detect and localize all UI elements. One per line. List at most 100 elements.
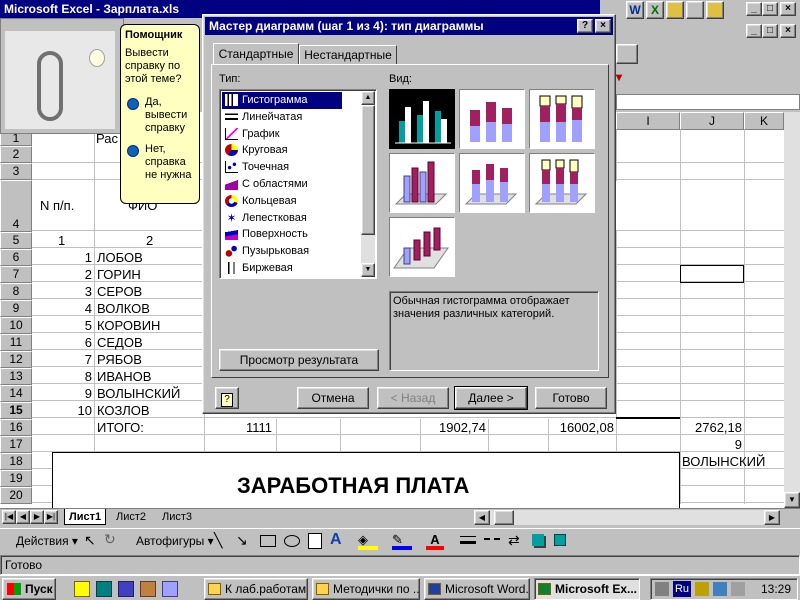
list-item-scatter[interactable]: Точечная — [222, 159, 374, 176]
list-item-pie[interactable]: Круговая — [222, 142, 374, 159]
subtype-3d-clustered-column[interactable] — [389, 153, 455, 213]
row-header-2[interactable]: 2 — [0, 146, 32, 163]
row-header-11[interactable]: 11 — [0, 334, 32, 351]
folder-icon[interactable] — [706, 1, 724, 19]
list-scroll-down[interactable]: ▼ — [361, 263, 375, 277]
sheet-tab-2[interactable]: Лист2 — [112, 509, 150, 525]
assistant-option-yes[interactable]: Да, вывести справку — [125, 96, 195, 135]
total-label[interactable]: ИТОГО: — [97, 420, 144, 435]
list-item-area[interactable]: С областями — [222, 176, 374, 193]
cell-a12[interactable]: 7 — [32, 352, 92, 367]
cell-b8[interactable]: СЕРОВ — [97, 284, 142, 299]
line-color-icon[interactable]: ✎ — [392, 532, 412, 550]
arrow-icon[interactable]: ↘ — [236, 532, 248, 549]
cell-j18[interactable]: ВОЛЫНСКИЙ — [682, 454, 765, 469]
cell-b12[interactable]: РЯБОВ — [97, 352, 142, 367]
list-item-column[interactable]: Гистограмма — [222, 92, 342, 109]
subtype-3d-column[interactable] — [389, 217, 455, 277]
cell-a6[interactable]: 1 — [32, 250, 92, 265]
cell-a8[interactable]: 3 — [32, 284, 92, 299]
free-rotate-icon[interactable]: ↻ — [104, 531, 116, 548]
tray-icon-2[interactable] — [695, 582, 709, 596]
cancel-button[interactable]: Отмена — [297, 387, 369, 409]
taskbar-item-folder-metod[interactable]: Методички по ... — [312, 578, 420, 600]
vscroll-down[interactable]: ▼ — [784, 492, 800, 508]
arrow-style-icon[interactable]: ⇄ — [508, 532, 520, 549]
cell-j17[interactable]: 9 — [680, 437, 742, 452]
line-icon[interactable]: ╲ — [214, 532, 222, 549]
selected-cell-j8[interactable] — [680, 265, 744, 283]
hscroll-thumb[interactable] — [494, 510, 514, 525]
close-button[interactable]: × — [780, 2, 796, 16]
hscroll-right[interactable]: ▶ — [764, 510, 780, 525]
cell-b7[interactable]: ГОРИН — [97, 267, 141, 282]
excel-icon[interactable]: X — [646, 1, 664, 19]
row-header-16[interactable]: 16 — [0, 419, 32, 436]
tray-icon-1[interactable] — [655, 582, 669, 596]
doc-minimize-button[interactable]: _ — [746, 24, 762, 38]
list-item-surface[interactable]: Поверхность — [222, 226, 374, 243]
sheet-tab-3[interactable]: Лист3 — [158, 509, 196, 525]
subtype-3d-stacked-column[interactable] — [459, 153, 525, 213]
row-header-13[interactable]: 13 — [0, 368, 32, 385]
taskbar-item-word[interactable]: Microsoft Word... — [424, 578, 530, 600]
tray-icon-4[interactable] — [731, 582, 745, 596]
row-header-14[interactable]: 14 — [0, 385, 32, 402]
row-header-9[interactable]: 9 — [0, 300, 32, 317]
row-header-8[interactable]: 8 — [0, 283, 32, 300]
list-item-stock[interactable]: Биржевая — [222, 260, 374, 277]
find-icon[interactable] — [686, 1, 704, 19]
taskbar-item-folder-lab[interactable]: К лаб.работам — [204, 578, 308, 600]
maximize-button[interactable]: □ — [762, 2, 778, 16]
cell-a15[interactable]: 10 — [32, 403, 92, 418]
word-icon[interactable]: W — [626, 1, 644, 19]
hscroll-left[interactable]: ◀ — [474, 510, 490, 525]
cell-a10[interactable]: 5 — [32, 318, 92, 333]
rectangle-icon[interactable] — [260, 535, 276, 547]
tab-first-arrow[interactable]: |◀ — [2, 510, 16, 524]
back-button[interactable]: < Назад — [377, 387, 449, 409]
row-header-5[interactable]: 5 — [0, 232, 32, 249]
row-header-12[interactable]: 12 — [0, 351, 32, 368]
cell-b10[interactable]: КОРОВИН — [97, 318, 160, 333]
fill-color-icon[interactable]: ◈ — [358, 532, 378, 550]
cell-a7[interactable]: 2 — [32, 267, 92, 282]
cell-b9[interactable]: ВОЛКОВ — [97, 301, 150, 316]
column-header-k[interactable]: K — [744, 112, 784, 130]
cell-b11[interactable]: СЕДОВ — [97, 335, 143, 350]
next-button[interactable]: Далее > — [454, 386, 528, 410]
list-scroll-up[interactable]: ▲ — [361, 91, 375, 105]
oval-icon[interactable] — [284, 535, 300, 547]
minimize-button[interactable]: _ — [746, 2, 762, 16]
quick-launch-icon-1[interactable] — [74, 581, 90, 597]
quick-launch-icon-5[interactable] — [162, 581, 178, 597]
tab-last-arrow[interactable]: ▶| — [44, 510, 58, 524]
wizard-help-button[interactable]: ? — [215, 387, 239, 409]
doc-close-button[interactable]: × — [780, 24, 796, 38]
cell-a11[interactable]: 6 — [32, 335, 92, 350]
cell-a9[interactable]: 4 — [32, 301, 92, 316]
assistant-option-no[interactable]: Нет, справка не нужна — [125, 143, 195, 182]
row-header-20[interactable]: 20 — [0, 487, 32, 504]
shadow-icon[interactable] — [532, 534, 544, 546]
list-item-line[interactable]: График — [222, 126, 374, 143]
column-header-i[interactable]: I — [616, 112, 680, 130]
start-button[interactable]: Пуск — [2, 578, 56, 600]
language-indicator[interactable]: Ru — [673, 581, 691, 597]
cell-b13[interactable]: ИВАНОВ — [97, 369, 151, 384]
cell-a14[interactable]: 9 — [32, 386, 92, 401]
cell-b14[interactable]: ВОЛЫНСКИЙ — [97, 386, 180, 401]
total-h16[interactable]: 16002,08 — [548, 420, 614, 435]
font-color-indicator[interactable]: ▾ — [616, 70, 638, 88]
embedded-chart[interactable]: ЗАРАБОТНАЯ ПЛАТА — [52, 452, 680, 512]
column-header-j[interactable]: J — [680, 112, 744, 130]
cell-b15[interactable]: КОЗЛОВ — [97, 403, 150, 418]
cell-b6[interactable]: ЛОБОВ — [97, 250, 143, 265]
actions-menu[interactable]: Действия ▾ — [16, 534, 78, 548]
preview-result-button[interactable]: Просмотр результата — [219, 349, 379, 371]
row-header-10[interactable]: 10 — [0, 317, 32, 334]
cell-b5[interactable]: 2 — [146, 233, 153, 248]
taskbar-item-excel[interactable]: Microsoft Ex... — [534, 578, 640, 600]
subtype-stacked-column[interactable] — [459, 89, 525, 149]
tab-next-arrow[interactable]: ▶ — [30, 510, 44, 524]
